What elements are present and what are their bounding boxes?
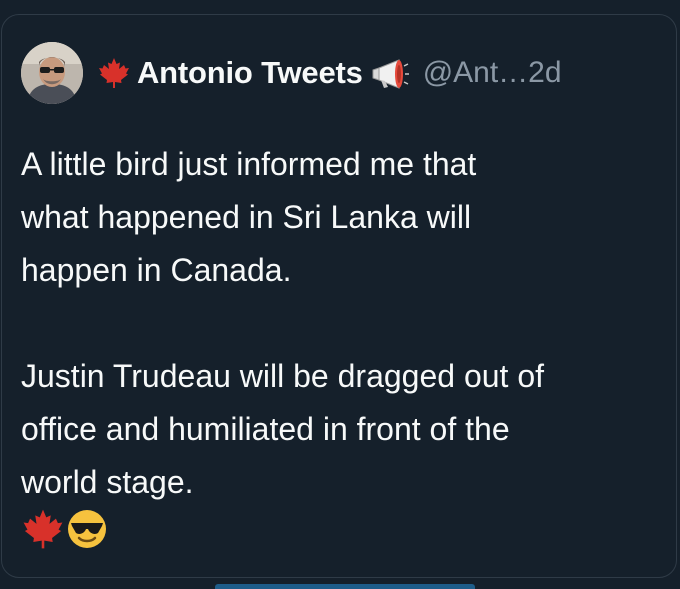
tweet-text-line: world stage. <box>21 464 194 500</box>
tweet-header: Antonio Tweets @Ant… 2d <box>21 42 562 104</box>
tweet-text-line: what happened in Sri Lanka will <box>21 199 472 235</box>
maple-leaf-icon <box>23 509 63 549</box>
scroll-indicator <box>215 584 475 589</box>
author-handle[interactable]: @Ant… <box>423 56 528 90</box>
tweet-text: A little bird just informed me that what… <box>21 138 666 509</box>
tweet-text-line: A little bird just informed me that <box>21 146 477 182</box>
tweet-timestamp[interactable]: 2d <box>528 56 561 90</box>
tweet-emoji-row <box>21 507 109 551</box>
author-display-name[interactable]: Antonio Tweets <box>137 55 363 91</box>
author-line[interactable]: Antonio Tweets @Ant… 2d <box>97 55 562 91</box>
sunglasses-face-icon <box>68 510 106 548</box>
tweet-text-line: happen in Canada. <box>21 252 292 288</box>
tweet-text-line: Justin Trudeau will be dragged out of <box>21 358 544 394</box>
megaphone-icon <box>372 59 409 89</box>
avatar[interactable] <box>21 42 83 104</box>
maple-leaf-icon <box>99 58 129 88</box>
tweet-text-line: office and humiliated in front of the <box>21 411 510 447</box>
